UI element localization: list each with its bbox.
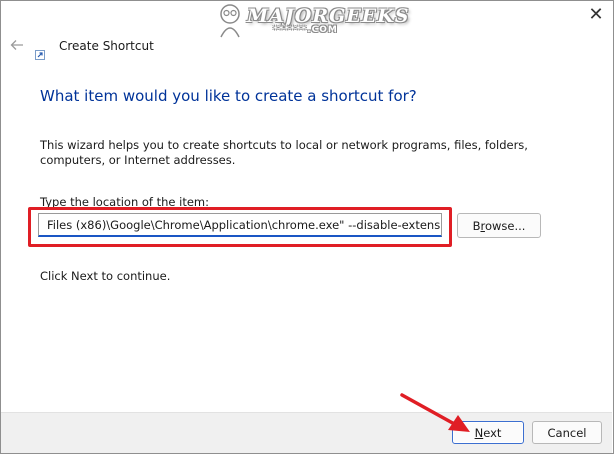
- title-bar: Create Shortcut: [1, 27, 613, 67]
- next-label: Next: [474, 425, 502, 440]
- shortcut-icon: [35, 45, 45, 60]
- browse-label: Browse...: [472, 218, 526, 233]
- continue-instruction: Click Next to continue.: [40, 269, 171, 283]
- window-title: Create Shortcut: [59, 39, 154, 53]
- next-button[interactable]: Next: [452, 421, 524, 444]
- wizard-description: This wizard helps you to create shortcut…: [40, 138, 528, 167]
- back-button[interactable]: [7, 35, 27, 55]
- cancel-label: Cancel: [547, 425, 587, 440]
- close-icon: ✕: [588, 3, 604, 25]
- cancel-button[interactable]: Cancel: [532, 421, 602, 444]
- page-heading: What item would you like to create a sho…: [40, 87, 417, 105]
- location-input[interactable]: Files (x86)\Google\Chrome\Application\ch…: [38, 213, 442, 237]
- watermark-text: MAJORGEEKS: [247, 5, 410, 27]
- create-shortcut-window: ✕ MAJORGEEKS ******.COM Create Shortcut …: [0, 0, 614, 454]
- browse-button[interactable]: Browse...: [457, 213, 541, 238]
- back-arrow-icon: [10, 40, 23, 50]
- close-button[interactable]: ✕: [585, 3, 607, 25]
